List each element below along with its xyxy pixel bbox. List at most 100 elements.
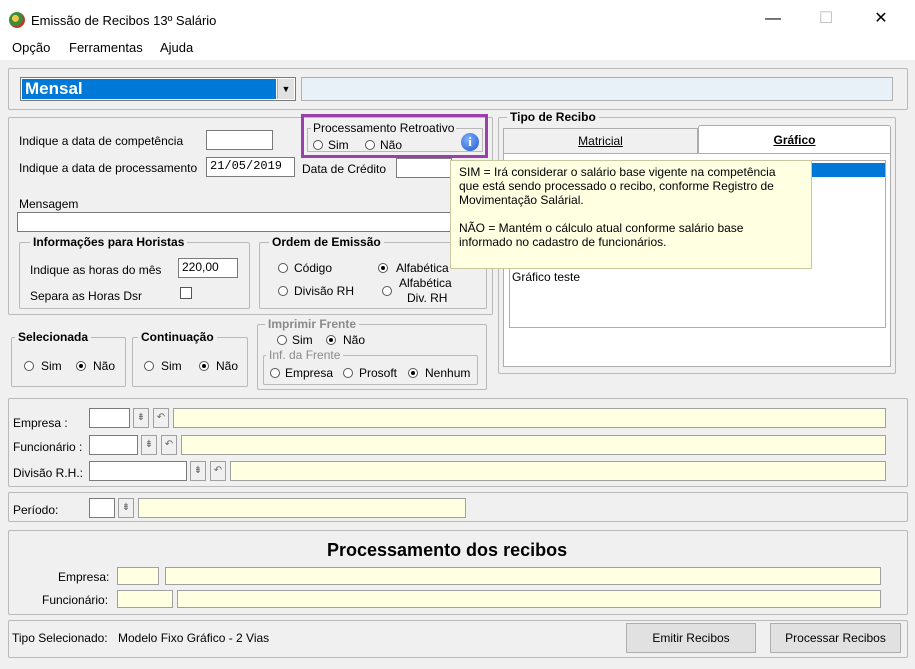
inf-frente-title: Inf. da Frente [266,348,344,362]
frente-prosoft-label: Prosoft [359,366,398,380]
proc-funcionario-code [117,590,173,608]
mensagem-label: Mensagem [19,197,79,211]
frente-empresa-label: Empresa [285,366,334,380]
list-item[interactable]: Gráfico teste [512,270,580,284]
empresa-code-input[interactable] [89,408,130,428]
app-icon [9,12,25,28]
ordem-alf-div-label-1: Alfabética [399,276,452,290]
divisao-name-field [230,461,886,481]
frente-nenhum-radio[interactable] [408,368,418,378]
minimize-button[interactable]: — [758,8,788,30]
divisao-code-input[interactable] [89,461,187,481]
mensagem-input[interactable] [17,212,452,232]
retroativo-nao-radio[interactable] [365,140,375,150]
retroativo-sim-label: Sim [328,138,349,152]
funcionario-code-input[interactable] [89,435,138,455]
ordem-codigo-label: Código [294,261,333,275]
dropdown-selected: Mensal [22,79,276,99]
selecionada-sim-label: Sim [41,359,62,373]
processar-recibos-button[interactable]: Processar Recibos [770,623,901,653]
frente-empresa-radio[interactable] [270,368,280,378]
maximize-button[interactable]: ☐ [811,8,841,30]
frente-prosoft-radio[interactable] [343,368,353,378]
retroativo-nao-label: Não [380,138,403,152]
competencia-label: Indique a data de competência [19,134,184,148]
horistas-title: Informações para Horistas [30,235,188,249]
proc-empresa-label: Empresa: [58,570,110,584]
imprimir-nao-radio[interactable] [326,335,336,345]
ordem-codigo-radio[interactable] [278,263,288,273]
top-description-field [301,77,893,101]
tab-grafico[interactable]: Gráfico [698,125,891,154]
menu-opcao[interactable]: Opção [12,40,50,55]
funcionario-import-icon[interactable]: ⇟ [141,435,157,455]
tooltip-line-2: que está sendo processado o recibo, conf… [459,179,774,193]
ordem-divisao-label: Divisão RH [294,284,355,298]
retroativo-title: Processamento Retroativo [311,121,457,135]
ordem-alfabetica-radio[interactable] [378,263,388,273]
ordem-alf-div-radio[interactable] [382,286,392,296]
ordem-title: Ordem de Emissão [269,235,384,249]
dsr-label: Separa as Horas Dsr [30,289,143,303]
funcionario-name-field [181,435,886,455]
funcionario-filter-label: Funcionário : [13,440,83,454]
retroativo-sim-radio[interactable] [313,140,323,150]
selecionada-sim-radio[interactable] [24,361,34,371]
tipo-recibo-title: Tipo de Recibo [507,110,599,124]
ordem-divisao-radio[interactable] [278,286,288,296]
periodo-code-input[interactable] [89,498,115,518]
tipo-selecionado-label: Tipo Selecionado: [12,631,108,645]
empresa-name-field [173,408,886,428]
continuacao-sim-radio[interactable] [144,361,154,371]
tab-matricial[interactable]: Matricial [503,128,698,153]
divisao-undo-icon[interactable]: ↶ [210,461,226,481]
continuacao-nao-label: Não [216,359,239,373]
ordem-alfabetica-label: Alfabética [396,261,449,275]
credito-input[interactable] [396,158,452,178]
divisao-import-icon[interactable]: ⇟ [190,461,206,481]
tab-grafico-label: Gráfico [773,133,816,147]
funcionario-undo-icon[interactable]: ↶ [161,435,177,455]
proc-funcionario-name [177,590,881,608]
competencia-input[interactable] [206,130,273,150]
dsr-checkbox[interactable] [180,287,192,299]
selecionada-title: Selecionada [15,330,92,344]
retroativo-tooltip: SIM = Irá considerar o salário base vige… [450,160,812,269]
imprimir-nao-label: Não [343,333,366,347]
ordem-alf-div-label-2: Div. RH [407,291,448,305]
continuacao-nao-radio[interactable] [199,361,209,371]
tooltip-line-4: NÃO = Mantém o cálculo atual conforme sa… [459,221,744,235]
close-button[interactable]: ✕ [866,8,896,30]
imprimir-sim-label: Sim [292,333,313,347]
list-item-selected[interactable] [811,163,885,177]
tooltip-line-3: Movimentação Salárial. [459,193,584,207]
window-title: Emissão de Recibos 13º Salário [31,13,217,28]
periodo-name-field [138,498,466,518]
frente-nenhum-label: Nenhum [425,366,471,380]
info-icon[interactable]: i [461,133,479,151]
periodo-label: Período: [13,503,59,517]
horas-label: Indique as horas do mês [30,263,162,277]
proc-empresa-code [117,567,159,585]
emitir-recibos-button[interactable]: Emitir Recibos [626,623,756,653]
processar-recibos-label: Processar Recibos [785,631,886,645]
empresa-undo-icon[interactable]: ↶ [153,408,169,428]
tab-matricial-label: Matricial [578,134,623,148]
menu-ferramentas[interactable]: Ferramentas [69,40,143,55]
periodo-import-icon[interactable]: ⇟ [118,498,134,518]
tipo-selecionado-value: Modelo Fixo Gráfico - 2 Vias [118,631,270,645]
selecionada-nao-label: Não [93,359,116,373]
horas-input[interactable]: 220,00 [178,258,238,278]
processamento-title: Processamento dos recibos [327,540,568,560]
divisao-filter-label: Divisão R.H.: [13,466,84,480]
empresa-import-icon[interactable]: ⇟ [133,408,149,428]
tipo-dropdown[interactable]: Mensal ▼ [20,77,296,101]
imprimir-sim-radio[interactable] [277,335,287,345]
continuacao-title: Continuação [138,330,217,344]
processamento-input[interactable]: 21/05/2019 [206,157,295,177]
processamento-label: Indique a data de processamento [19,161,198,175]
selecionada-nao-radio[interactable] [76,361,86,371]
menu-ajuda[interactable]: Ajuda [160,40,193,55]
continuacao-sim-label: Sim [161,359,182,373]
chevron-down-icon[interactable]: ▼ [277,79,294,99]
